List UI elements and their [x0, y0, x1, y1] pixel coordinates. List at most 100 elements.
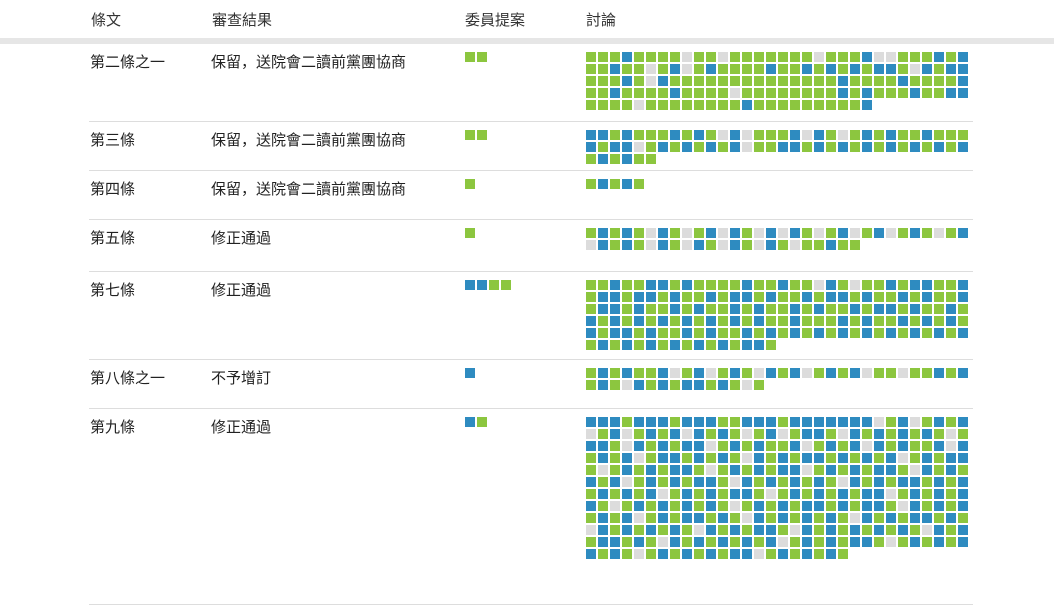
proposal-square[interactable]: [477, 52, 487, 62]
discussion-square[interactable]: [742, 537, 752, 547]
discussion-square[interactable]: [634, 88, 644, 98]
discussion-square[interactable]: [850, 441, 860, 451]
discussion-square[interactable]: [706, 525, 716, 535]
discussion-square[interactable]: [598, 100, 608, 110]
discussion-square[interactable]: [598, 52, 608, 62]
discussion-square[interactable]: [814, 304, 824, 314]
discussion-square[interactable]: [886, 368, 896, 378]
discussion-square[interactable]: [946, 304, 956, 314]
discussion-square[interactable]: [598, 304, 608, 314]
discussion-square[interactable]: [862, 100, 872, 110]
discussion-square[interactable]: [586, 380, 596, 390]
discussion-square[interactable]: [598, 316, 608, 326]
discussion-square[interactable]: [838, 64, 848, 74]
discussion-square[interactable]: [754, 489, 764, 499]
discussion-square[interactable]: [754, 52, 764, 62]
discussion-square[interactable]: [814, 292, 824, 302]
discussion-square[interactable]: [838, 513, 848, 523]
discussion-square[interactable]: [958, 477, 968, 487]
discussion-square[interactable]: [646, 501, 656, 511]
discussion-square[interactable]: [838, 328, 848, 338]
discussion-square[interactable]: [622, 453, 632, 463]
discussion-square[interactable]: [610, 380, 620, 390]
discussion-square[interactable]: [622, 100, 632, 110]
discussion-square[interactable]: [814, 142, 824, 152]
discussion-square[interactable]: [934, 489, 944, 499]
discussion-square[interactable]: [898, 316, 908, 326]
discussion-square[interactable]: [910, 537, 920, 547]
discussion-square[interactable]: [790, 88, 800, 98]
discussion-square[interactable]: [886, 280, 896, 290]
discussion-square[interactable]: [778, 465, 788, 475]
discussion-square[interactable]: [838, 368, 848, 378]
discussion-square[interactable]: [646, 340, 656, 350]
discussion-square[interactable]: [934, 441, 944, 451]
discussion-square[interactable]: [718, 525, 728, 535]
discussion-square[interactable]: [634, 453, 644, 463]
discussion-square[interactable]: [766, 88, 776, 98]
discussion-square[interactable]: [598, 76, 608, 86]
discussion-square[interactable]: [610, 88, 620, 98]
discussion-square[interactable]: [610, 52, 620, 62]
discussion-square[interactable]: [934, 417, 944, 427]
proposal-square[interactable]: [477, 280, 487, 290]
discussion-square[interactable]: [826, 477, 836, 487]
discussion-square[interactable]: [622, 340, 632, 350]
discussion-square[interactable]: [622, 76, 632, 86]
discussion-square[interactable]: [742, 240, 752, 250]
discussion-square[interactable]: [754, 76, 764, 86]
discussion-square[interactable]: [946, 280, 956, 290]
discussion-square[interactable]: [838, 417, 848, 427]
discussion-square[interactable]: [754, 513, 764, 523]
discussion-square[interactable]: [742, 501, 752, 511]
discussion-square[interactable]: [742, 368, 752, 378]
discussion-square[interactable]: [670, 130, 680, 140]
discussion-square[interactable]: [850, 525, 860, 535]
discussion-square[interactable]: [670, 537, 680, 547]
discussion-square[interactable]: [898, 64, 908, 74]
discussion-square[interactable]: [754, 429, 764, 439]
discussion-square[interactable]: [814, 549, 824, 559]
discussion-square[interactable]: [646, 417, 656, 427]
discussion-square[interactable]: [718, 292, 728, 302]
discussion-square[interactable]: [646, 304, 656, 314]
discussion-square[interactable]: [622, 501, 632, 511]
discussion-square[interactable]: [718, 441, 728, 451]
discussion-square[interactable]: [778, 292, 788, 302]
discussion-square[interactable]: [586, 292, 596, 302]
discussion-square[interactable]: [754, 130, 764, 140]
discussion-square[interactable]: [622, 304, 632, 314]
discussion-square[interactable]: [898, 88, 908, 98]
discussion-square[interactable]: [682, 477, 692, 487]
discussion-square[interactable]: [598, 380, 608, 390]
discussion-square[interactable]: [778, 64, 788, 74]
discussion-square[interactable]: [814, 489, 824, 499]
discussion-square[interactable]: [598, 240, 608, 250]
discussion-square[interactable]: [886, 292, 896, 302]
discussion-square[interactable]: [814, 130, 824, 140]
discussion-square[interactable]: [958, 142, 968, 152]
discussion-square[interactable]: [790, 501, 800, 511]
discussion-square[interactable]: [742, 417, 752, 427]
discussion-square[interactable]: [706, 380, 716, 390]
discussion-square[interactable]: [646, 280, 656, 290]
discussion-square[interactable]: [742, 489, 752, 499]
discussion-square[interactable]: [910, 525, 920, 535]
discussion-square[interactable]: [838, 76, 848, 86]
discussion-square[interactable]: [946, 292, 956, 302]
discussion-square[interactable]: [826, 417, 836, 427]
discussion-square[interactable]: [790, 417, 800, 427]
discussion-square[interactable]: [730, 228, 740, 238]
discussion-square[interactable]: [646, 292, 656, 302]
discussion-square[interactable]: [622, 292, 632, 302]
discussion-square[interactable]: [898, 368, 908, 378]
discussion-square[interactable]: [730, 525, 740, 535]
proposal-square[interactable]: [501, 280, 511, 290]
discussion-square[interactable]: [886, 88, 896, 98]
discussion-square[interactable]: [778, 130, 788, 140]
discussion-square[interactable]: [742, 477, 752, 487]
discussion-square[interactable]: [706, 316, 716, 326]
discussion-square[interactable]: [634, 316, 644, 326]
discussion-square[interactable]: [958, 130, 968, 140]
discussion-square[interactable]: [610, 316, 620, 326]
